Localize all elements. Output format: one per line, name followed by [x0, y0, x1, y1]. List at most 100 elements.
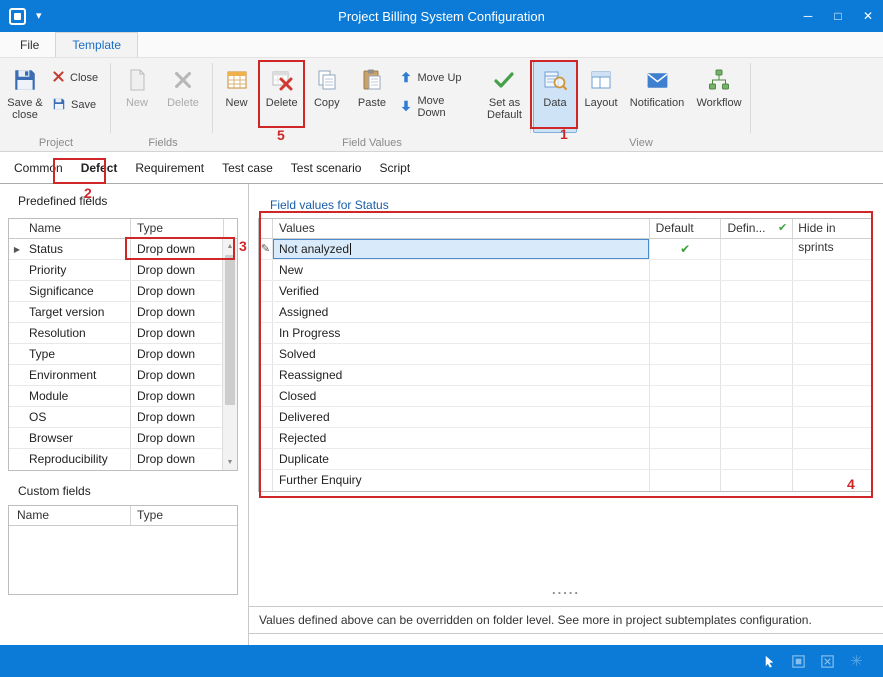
save-and-close-button[interactable]: Save & close [3, 61, 47, 133]
value-row[interactable]: Solved [259, 344, 871, 365]
delete-field-button[interactable]: Delete [161, 61, 205, 133]
value-row[interactable]: In Progress [259, 323, 871, 344]
column-header-hide-in-sprints[interactable]: Hide in sprints [793, 219, 871, 238]
table-row[interactable]: ReproducibilityDrop down [9, 449, 237, 470]
value-row[interactable]: Duplicate [259, 449, 871, 470]
value-row[interactable]: Closed [259, 386, 871, 407]
move-down-button[interactable]: Move Down [399, 97, 474, 117]
button-label: New [226, 97, 248, 109]
value-row[interactable]: Delivered [259, 407, 871, 428]
close-template-button[interactable]: Close [52, 68, 98, 88]
table-row[interactable]: SignificanceDrop down [9, 281, 237, 302]
title-bar: ▾ Project Billing System Configuration ─… [0, 0, 883, 32]
value-row[interactable]: Assigned [259, 302, 871, 323]
paste-icon [360, 65, 384, 95]
new-field-value-button[interactable]: New [215, 61, 258, 133]
column-header-name[interactable]: Name [9, 219, 131, 238]
value-text: Duplicate [273, 449, 650, 469]
field-type: Drop down [131, 428, 224, 448]
tab-file[interactable]: File [4, 32, 55, 57]
export-icon[interactable] [819, 653, 836, 670]
button-label: Delete [266, 97, 298, 109]
value-row[interactable]: Reassigned [259, 365, 871, 386]
scroll-up-icon[interactable]: ▲ [223, 239, 237, 254]
column-header-values[interactable]: Values [273, 219, 650, 238]
tab-test-case[interactable]: Test case [213, 152, 282, 183]
row-selector-header [259, 219, 273, 238]
horizontal-splitter-handle[interactable]: ..... [249, 582, 883, 597]
tab-test-scenario[interactable]: Test scenario [282, 152, 371, 183]
field-name: Significance [25, 281, 131, 301]
column-header-default[interactable]: Default [650, 219, 722, 238]
new-field-button[interactable]: New [115, 61, 159, 133]
field-type: Drop down [131, 449, 224, 470]
layout-view-button[interactable]: Layout [579, 61, 623, 133]
tab-template[interactable]: Template [55, 32, 138, 57]
save-icon [52, 97, 66, 114]
value-text: Delivered [273, 407, 650, 427]
tab-common[interactable]: Common [5, 152, 72, 183]
value-text: Closed [273, 386, 650, 406]
new-table-icon [225, 65, 249, 95]
field-type: Drop down [131, 344, 224, 364]
column-header-defines[interactable]: Defin...✔ [721, 219, 793, 238]
ribbon-tab-row: File Template [0, 32, 883, 58]
button-label: Delete [167, 97, 199, 109]
table-row[interactable]: EnvironmentDrop down [9, 365, 237, 386]
scroll-down-icon[interactable]: ▼ [223, 455, 237, 470]
table-row[interactable]: ModuleDrop down [9, 386, 237, 407]
field-name: Module [25, 386, 131, 406]
value-cell[interactable]: Not analyzed [273, 239, 650, 259]
field-type: Drop down [131, 323, 224, 343]
table-row[interactable]: Target versionDrop down [9, 302, 237, 323]
default-cell[interactable]: ✔ [650, 239, 722, 259]
value-row[interactable]: Further Enquiry [259, 470, 871, 491]
table-row[interactable]: OSDrop down [9, 407, 237, 428]
minimize-button[interactable]: ─ [793, 0, 823, 32]
value-row-editing[interactable]: ✎ Not analyzed ✔ [259, 239, 871, 260]
value-row[interactable]: Rejected [259, 428, 871, 449]
vertical-scrollbar[interactable]: ▲ ▼ [222, 239, 237, 470]
delete-field-value-button[interactable]: Delete [260, 61, 303, 133]
snowflake-icon[interactable]: ✳ [848, 653, 865, 670]
column-header-type[interactable]: Type [131, 219, 224, 238]
table-row[interactable]: PriorityDrop down [9, 260, 237, 281]
layout-icon [589, 65, 613, 95]
table-row-status[interactable]: ▶ Status Drop down [9, 239, 237, 260]
tab-defect[interactable]: Defect [72, 152, 127, 183]
predefined-fields-table: Name Type ▶ Status Drop down PriorityDro… [8, 218, 238, 471]
override-note: Values defined above can be overridden o… [249, 606, 883, 634]
value-text: Not analyzed [279, 242, 349, 256]
maximize-button[interactable]: □ [823, 0, 853, 32]
save-button[interactable]: Save [52, 95, 98, 115]
button-label: Close [70, 72, 98, 84]
cursor-icon[interactable] [761, 653, 778, 670]
value-row[interactable]: Verified [259, 281, 871, 302]
table-row[interactable]: ResolutionDrop down [9, 323, 237, 344]
column-header-name[interactable]: Name [9, 506, 131, 525]
field-name: Reproducibility [25, 449, 131, 470]
defines-cell[interactable] [721, 239, 793, 259]
tab-script[interactable]: Script [370, 152, 419, 183]
scrollbar-thumb[interactable] [225, 255, 235, 405]
close-button[interactable]: ✕ [853, 0, 883, 32]
table-row[interactable]: BrowserDrop down [9, 428, 237, 449]
copy-button[interactable]: Copy [305, 61, 348, 133]
hide-cell[interactable] [793, 239, 871, 259]
frame-icon[interactable] [790, 653, 807, 670]
button-label: Workflow [696, 97, 741, 109]
workflow-view-button[interactable]: Workflow [691, 61, 747, 133]
paste-button[interactable]: Paste [350, 61, 393, 133]
notification-view-button[interactable]: Notification [625, 61, 689, 133]
custom-fields-label: Custom fields [18, 484, 91, 498]
tab-requirement[interactable]: Requirement [126, 152, 213, 183]
new-document-icon [125, 65, 149, 95]
set-as-default-button[interactable]: Set as Default [480, 61, 529, 133]
move-up-button[interactable]: Move Up [399, 68, 474, 88]
column-header-type[interactable]: Type [131, 506, 237, 525]
data-view-button[interactable]: Data [533, 61, 577, 133]
quick-access-chevron-icon[interactable]: ▾ [36, 11, 42, 21]
panel-splitter[interactable] [248, 184, 249, 645]
table-row[interactable]: TypeDrop down [9, 344, 237, 365]
value-row[interactable]: New [259, 260, 871, 281]
